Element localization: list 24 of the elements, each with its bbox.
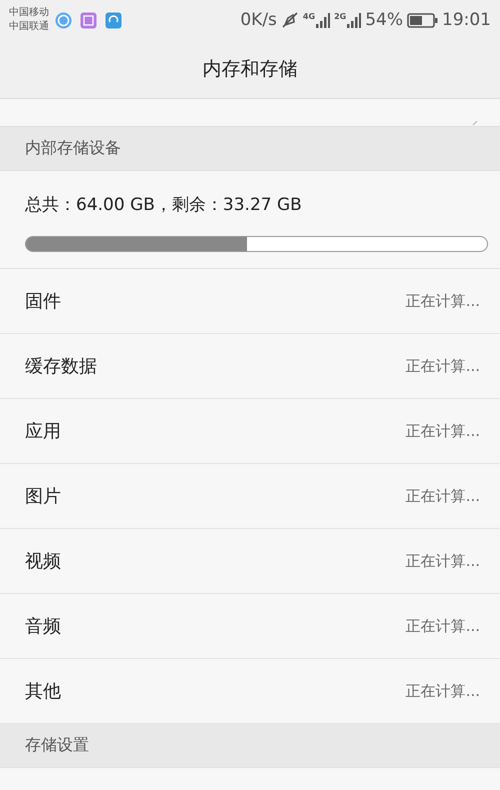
- storage-item[interactable]: 图片 正在计算...: [0, 464, 500, 529]
- carrier-name: 中国移动: [9, 6, 49, 20]
- storage-item[interactable]: 缓存数据 正在计算...: [0, 334, 500, 399]
- app-icon: [55, 12, 72, 28]
- mute-icon: [280, 11, 299, 29]
- battery-percent: 54%: [365, 10, 403, 30]
- storage-item[interactable]: 视频 正在计算...: [0, 529, 500, 594]
- page-title: 内存和存储: [202, 57, 298, 82]
- signal-icon: [316, 12, 330, 28]
- carrier-name: 中国联通: [9, 20, 49, 34]
- app-icon: [105, 12, 122, 28]
- network-type: 2G: [334, 12, 346, 21]
- signal-icon: [347, 12, 362, 28]
- storage-item[interactable]: 固件 正在计算...: [0, 269, 500, 334]
- storage-item[interactable]: 音频 正在计算...: [0, 594, 500, 659]
- battery-icon: [407, 12, 438, 28]
- storage-item[interactable]: 应用 正在计算...: [0, 399, 500, 464]
- section-header: 内部存储设备: [0, 127, 500, 171]
- clock: 19:01: [442, 10, 491, 30]
- section-header: 存储设置: [0, 724, 500, 768]
- gallery-icon: [80, 12, 97, 28]
- network-speed: 0K/s: [240, 10, 277, 30]
- storage-summary: 总共：64.00 GB，剩余：33.27 GB: [25, 194, 303, 216]
- network-type: 4G: [302, 12, 316, 21]
